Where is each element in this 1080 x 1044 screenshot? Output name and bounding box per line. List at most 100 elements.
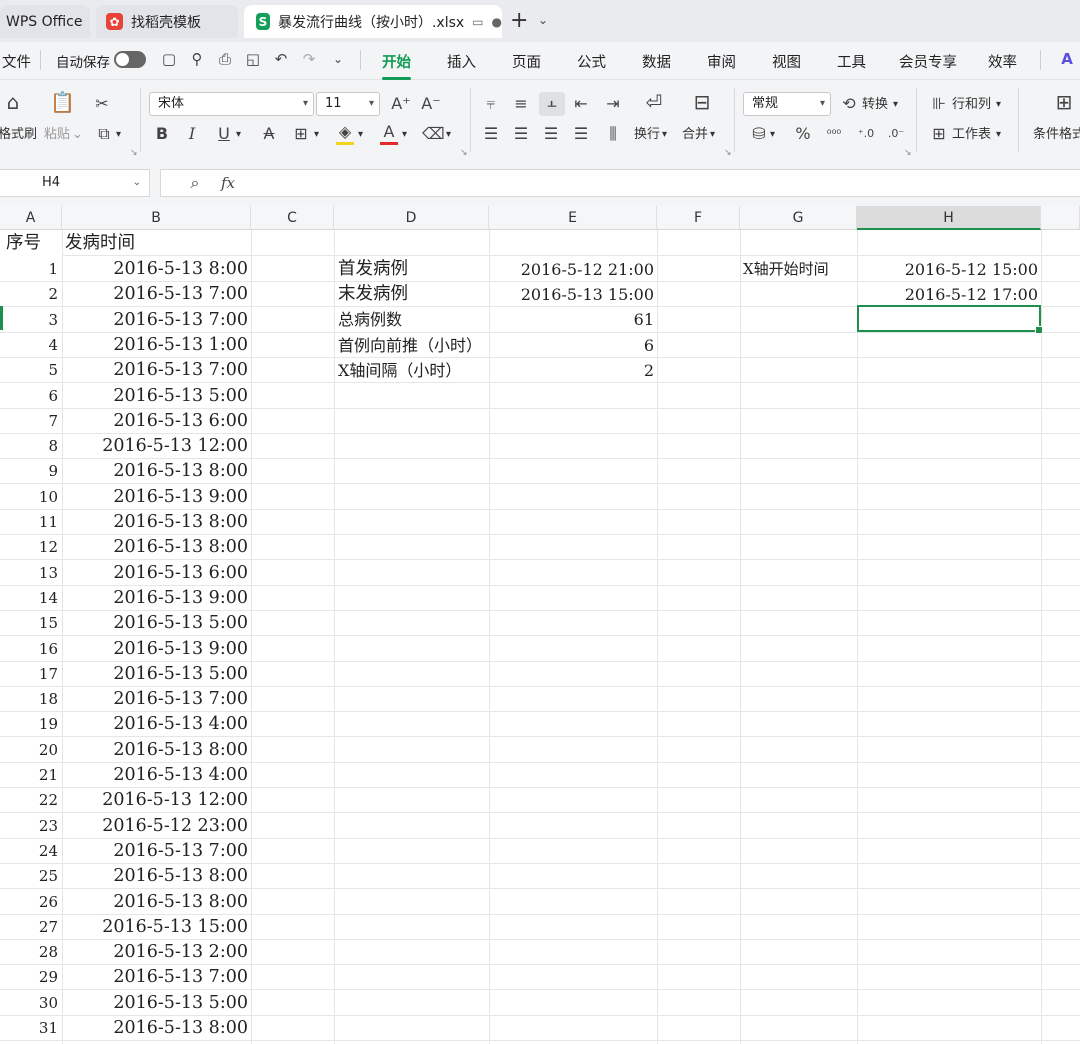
cell-d4[interactable]: 总病例数 [338,307,402,332]
cell-b-onset-time[interactable]: 2016-5-13 7:00 [62,687,251,712]
font-name-select[interactable]: 宋体 ▾ [149,92,314,116]
conditional-format-icon[interactable]: ⊞ [1052,92,1076,112]
cell-a-seq[interactable]: 8 [0,434,62,459]
convert-label[interactable]: 转换 [862,96,888,114]
borders-icon[interactable]: ⊞ [292,124,310,144]
menu-data[interactable]: 数据 [642,51,671,72]
column-header-f[interactable]: F [657,206,740,230]
cell-a-seq[interactable]: 28 [0,940,62,965]
active-cell-h4[interactable] [857,305,1043,334]
cell-b-onset-time[interactable]: 2016-5-13 7:00 [62,965,251,990]
wrap-text-label[interactable]: 换行 [634,126,660,144]
increase-font-icon[interactable]: A⁺ [390,94,412,114]
cell-b-onset-time[interactable]: 2016-5-13 7:00 [62,308,251,333]
thousands-icon[interactable]: ⁰⁰⁰ [822,124,846,144]
cell-a-seq[interactable]: 15 [0,611,62,636]
align-top-icon[interactable]: ⫧ [482,94,500,114]
cell-e6[interactable]: 2 [489,358,657,383]
screen-icon[interactable]: ▭ [472,15,483,29]
cell-a-seq[interactable]: 18 [0,687,62,712]
undo-icon[interactable]: ↶ [272,50,290,68]
bold-icon[interactable]: B [154,124,170,144]
cell-b-onset-time[interactable]: 2016-5-13 6:00 [62,561,251,586]
cell-b-onset-time[interactable]: 2016-5-13 1:00 [62,333,251,358]
cell-a-seq[interactable]: 7 [0,409,62,434]
decrease-indent-icon[interactable]: ⇤ [572,94,590,114]
cell-d6[interactable]: X轴间隔（小时） [338,358,461,383]
cell-b-onset-time[interactable]: 2016-5-12 23:00 [62,814,251,839]
cell-e4[interactable]: 61 [489,307,657,332]
redo-icon[interactable]: ↷ [300,50,318,68]
cell-b-onset-time[interactable]: 2016-5-13 7:00 [62,358,251,383]
cell-b-onset-time[interactable]: 2016-5-13 4:00 [62,763,251,788]
cell-a-seq[interactable]: 9 [0,459,62,484]
cell-b-onset-time[interactable]: 2016-5-13 12:00 [62,788,251,813]
merge-cells-icon[interactable]: ⊟ [690,92,714,112]
wrap-text-icon[interactable]: ⏎ [642,92,666,112]
cell-a-seq[interactable]: 10 [0,485,62,510]
cell-b-onset-time[interactable]: 2016-5-13 7:00 [62,282,251,307]
cell-b-onset-time[interactable]: 2016-5-13 8:00 [62,890,251,915]
conditional-format-label[interactable]: 条件格式 [1033,126,1080,144]
merge-chevron-icon[interactable]: ▾ [710,126,715,144]
increase-indent-icon[interactable]: ⇥ [604,94,622,114]
cell-b-onset-time[interactable]: 2016-5-13 5:00 [62,384,251,409]
cell-b-onset-time[interactable]: 2016-5-13 5:00 [62,611,251,636]
fill-color-icon[interactable]: ◈ [336,122,354,145]
cell-a-seq[interactable]: 11 [0,510,62,535]
cell-a-seq[interactable]: 26 [0,890,62,915]
paste-label[interactable]: 粘贴 [44,126,70,144]
cell-a-seq[interactable]: 2 [0,282,62,307]
cell-a-seq[interactable]: 16 [0,637,62,662]
clear-chevron-icon[interactable]: ▾ [446,126,451,144]
currency-chevron-icon[interactable]: ▾ [770,126,775,144]
worksheet-label[interactable]: 工作表 [952,126,991,144]
menu-home[interactable]: 开始 [382,51,411,80]
cell-b-onset-time[interactable]: 2016-5-13 5:00 [62,662,251,687]
zoom-search-icon[interactable]: ⌕ [186,173,204,193]
cell-a-seq[interactable]: 25 [0,864,62,889]
borders-chevron-icon[interactable]: ▾ [314,126,319,144]
menu-view[interactable]: 视图 [772,51,801,72]
worksheet-icon[interactable]: ⊞ [930,124,948,144]
cell-b-onset-time[interactable]: 2016-5-13 9:00 [62,586,251,611]
cell-b-onset-time[interactable]: 2016-5-13 2:00 [62,940,251,965]
column-header-d[interactable]: D [334,206,489,230]
row-col-icon[interactable]: ⊪ [930,94,948,114]
cut-icon[interactable]: ✂ [92,94,112,114]
cell-b-onset-time[interactable]: 2016-5-13 8:00 [62,1016,251,1041]
cell-a-seq[interactable]: 21 [0,763,62,788]
cell-b-onset-time[interactable]: 2016-5-13 15:00 [62,915,251,940]
copy-chevron-icon[interactable]: ▾ [116,126,121,144]
paste-icon[interactable]: 📋 [50,92,75,112]
menu-tools[interactable]: 工具 [837,51,866,72]
cell-b-onset-time[interactable]: 2016-5-13 12:00 [62,434,251,459]
cell-a-seq[interactable]: 30 [0,991,62,1016]
cell-h2[interactable]: 2016-5-12 15:00 [857,257,1041,282]
cell-a-seq[interactable]: 29 [0,965,62,990]
new-tab-plus-icon[interactable]: + [510,8,528,33]
row-col-label[interactable]: 行和列 [952,96,991,114]
cell-b-onset-time[interactable]: 2016-5-13 4:00 [62,712,251,737]
cell-a-seq[interactable]: 3 [0,308,62,333]
cell-d5[interactable]: 首例向前推（小时） [338,333,482,358]
share-icon[interactable]: ⚲ [188,50,206,68]
menu-page[interactable]: 页面 [512,51,541,72]
cell-e5[interactable]: 6 [489,333,657,358]
column-header-h[interactable]: H [857,206,1041,230]
column-header-g[interactable]: G [740,206,857,230]
italic-icon[interactable]: I [184,124,200,144]
cell-b-onset-time[interactable]: 2016-5-13 8:00 [62,738,251,763]
wrap-chevron-icon[interactable]: ▾ [662,126,667,144]
chevron-down-icon[interactable]: ⌄ [538,13,548,27]
column-header-e[interactable]: E [489,206,657,230]
cell-e2[interactable]: 2016-5-12 21:00 [489,257,657,282]
underline-icon[interactable]: U [216,124,232,144]
align-bottom-icon[interactable]: ⫠ [539,92,565,116]
cell-a1[interactable]: 序号 [6,231,41,256]
format-painter-label[interactable]: 格式刷 [0,126,37,144]
cell-b-onset-time[interactable]: 2016-5-13 8:00 [62,535,251,560]
cell-a-seq[interactable]: 4 [0,333,62,358]
format-painter-icon[interactable]: ⌂ [2,92,24,112]
cell-a-seq[interactable]: 22 [0,788,62,813]
